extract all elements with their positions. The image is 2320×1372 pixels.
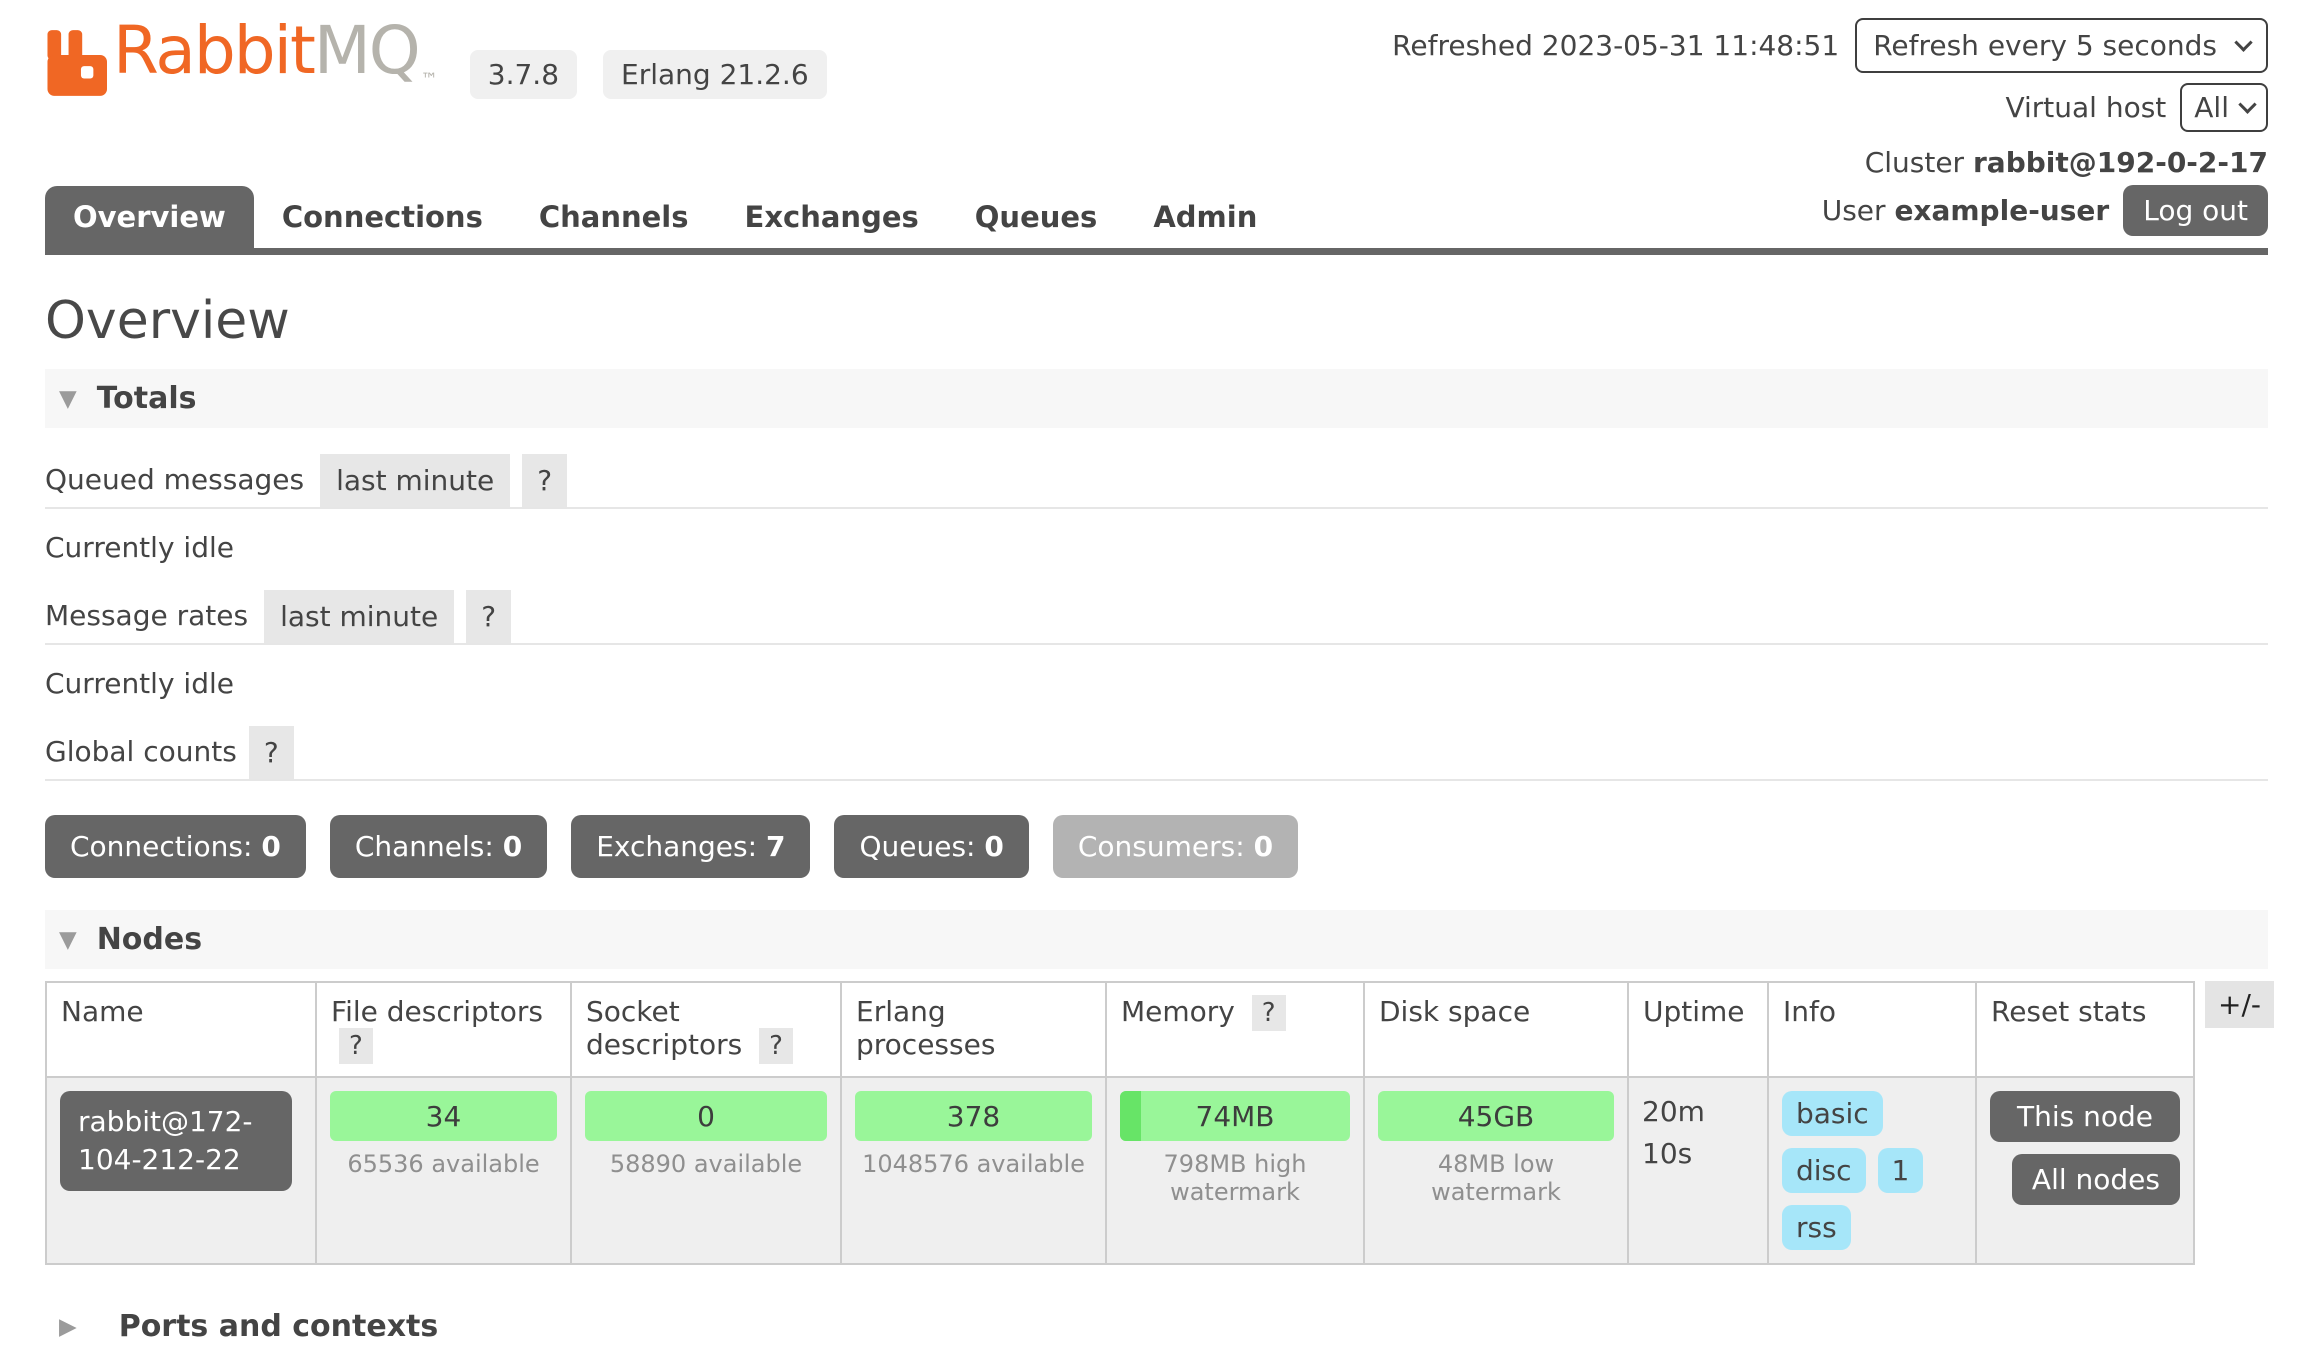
file-descriptors-help[interactable]: ? <box>339 1028 373 1064</box>
virtual-host-label: Virtual host <box>2005 91 2166 124</box>
nodes-table-area: Name File descriptors ? Socket descripto… <box>45 981 2268 1265</box>
triangle-right-icon: ▶ <box>59 1314 77 1340</box>
rabbitmq-logo[interactable]: RabbitMQ ™ <box>45 18 438 100</box>
col-header-info: Info <box>1768 982 1976 1077</box>
global-counts-strip: Global counts ? <box>45 726 2268 781</box>
queues-count-button[interactable]: Queues: 0 <box>834 815 1028 878</box>
reset-stats-cell: This node All nodes <box>1976 1077 2194 1264</box>
chevron-down-icon <box>2238 95 2256 113</box>
cluster-name: rabbit@192-0-2-17 <box>1973 146 2268 179</box>
chevron-down-icon <box>2234 33 2252 51</box>
refreshed-timestamp: Refreshed 2023-05-31 11:48:51 <box>1392 29 1839 62</box>
info-badge-basic[interactable]: basic <box>1782 1091 1883 1136</box>
memory-help[interactable]: ? <box>1252 995 1286 1031</box>
info-badge-rss[interactable]: rss <box>1782 1205 1851 1250</box>
info-badge-1[interactable]: 1 <box>1878 1148 1924 1193</box>
info-cell: basic disc 1 rss <box>1768 1077 1976 1264</box>
page: RabbitMQ ™ 3.7.8 Erlang 21.2.6 Refreshed… <box>45 0 2268 1372</box>
column-plus-minus-button[interactable]: +/- <box>2205 981 2274 1028</box>
queued-messages-last-minute-tab[interactable]: last minute <box>320 454 510 507</box>
global-counts-help[interactable]: ? <box>249 726 294 779</box>
nodes-section-header[interactable]: ▼ Nodes <box>45 910 2268 969</box>
header: RabbitMQ ™ 3.7.8 Erlang 21.2.6 Refreshed… <box>45 0 2268 179</box>
socket-descriptors-cell: 0 58890 available <box>571 1077 841 1264</box>
trademark-symbol: ™ <box>421 70 438 90</box>
memory-cell: 74MB 798MB high watermark <box>1106 1077 1364 1264</box>
queued-messages-status: Currently idle <box>45 531 2268 564</box>
message-rates-help[interactable]: ? <box>466 590 511 643</box>
message-rates-label: Message rates <box>45 599 248 643</box>
nodes-table: Name File descriptors ? Socket descripto… <box>45 981 2195 1265</box>
tab-exchanges[interactable]: Exchanges <box>717 186 947 248</box>
file-descriptors-cell: 34 65536 available <box>316 1077 571 1264</box>
tab-admin[interactable]: Admin <box>1125 186 1285 248</box>
page-title: Overview <box>45 291 2268 351</box>
col-header-memory: Memory ? <box>1106 982 1364 1077</box>
disk-space-cell: 45GB 48MB low watermark <box>1364 1077 1628 1264</box>
col-header-uptime: Uptime <box>1628 982 1768 1077</box>
reset-all-nodes-button[interactable]: All nodes <box>2012 1154 2180 1205</box>
uptime-cell: 20m 10s <box>1628 1077 1768 1264</box>
ports-and-contexts-section[interactable]: ▶ Ports and contexts <box>45 1309 2268 1344</box>
erlang-version-badge: Erlang 21.2.6 <box>603 50 827 99</box>
col-header-reset-stats: Reset stats <box>1976 982 2194 1077</box>
memory-usage-fill <box>1120 1091 1141 1141</box>
info-badge-disc[interactable]: disc <box>1782 1148 1866 1193</box>
cluster-label: Cluster <box>1865 146 1973 179</box>
channels-count-button[interactable]: Channels: 0 <box>330 815 547 878</box>
triangle-down-icon: ▼ <box>59 927 77 953</box>
message-rates-strip: Message rates last minute ? <box>45 590 2268 645</box>
rabbitmq-logo-icon <box>45 18 107 100</box>
rabbitmq-wordmark: RabbitMQ <box>113 18 419 84</box>
consumers-count-button[interactable]: Consumers: 0 <box>1053 815 1298 878</box>
user-name: example-user <box>1894 194 2109 227</box>
erlang-processes-cell: 378 1048576 available <box>841 1077 1106 1264</box>
col-header-name: Name <box>46 982 316 1077</box>
queued-messages-help[interactable]: ? <box>522 454 567 507</box>
triangle-down-icon: ▼ <box>59 386 77 412</box>
logout-button[interactable]: Log out <box>2123 185 2268 236</box>
col-header-socket-descriptors: Socket descriptors ? <box>571 982 841 1077</box>
exchanges-count-button[interactable]: Exchanges: 7 <box>571 815 810 878</box>
queued-messages-label: Queued messages <box>45 463 304 507</box>
col-header-disk-space: Disk space <box>1364 982 1628 1077</box>
message-rates-status: Currently idle <box>45 667 2268 700</box>
main-nav: Overview Connections Channels Exchanges … <box>45 185 2268 255</box>
col-header-erlang-processes: Erlang processes <box>841 982 1106 1077</box>
refresh-interval-select[interactable]: Refresh every 5 seconds <box>1855 18 2268 73</box>
version-badge: 3.7.8 <box>470 50 577 99</box>
virtual-host-select[interactable]: All <box>2180 83 2268 132</box>
user-label: User example-user <box>1822 194 2110 227</box>
connections-count-button[interactable]: Connections: 0 <box>45 815 306 878</box>
tab-channels[interactable]: Channels <box>511 186 717 248</box>
global-counts-buttons: Connections: 0 Channels: 0 Exchanges: 7 … <box>45 815 2268 878</box>
message-rates-last-minute-tab[interactable]: last minute <box>264 590 454 643</box>
totals-section-header[interactable]: ▼ Totals <box>45 369 2268 428</box>
node-row: rabbit@172-104-212-22 34 65536 available… <box>46 1077 2194 1264</box>
tab-overview[interactable]: Overview <box>45 186 254 248</box>
node-name-badge[interactable]: rabbit@172-104-212-22 <box>60 1091 292 1191</box>
tab-connections[interactable]: Connections <box>254 186 511 248</box>
col-header-file-descriptors: File descriptors ? <box>316 982 571 1077</box>
queued-messages-strip: Queued messages last minute ? <box>45 454 2268 509</box>
global-counts-label: Global counts <box>45 735 237 779</box>
tab-queues[interactable]: Queues <box>947 186 1126 248</box>
reset-this-node-button[interactable]: This node <box>1990 1091 2180 1142</box>
socket-descriptors-help[interactable]: ? <box>759 1028 793 1064</box>
node-name-cell: rabbit@172-104-212-22 <box>46 1077 316 1264</box>
